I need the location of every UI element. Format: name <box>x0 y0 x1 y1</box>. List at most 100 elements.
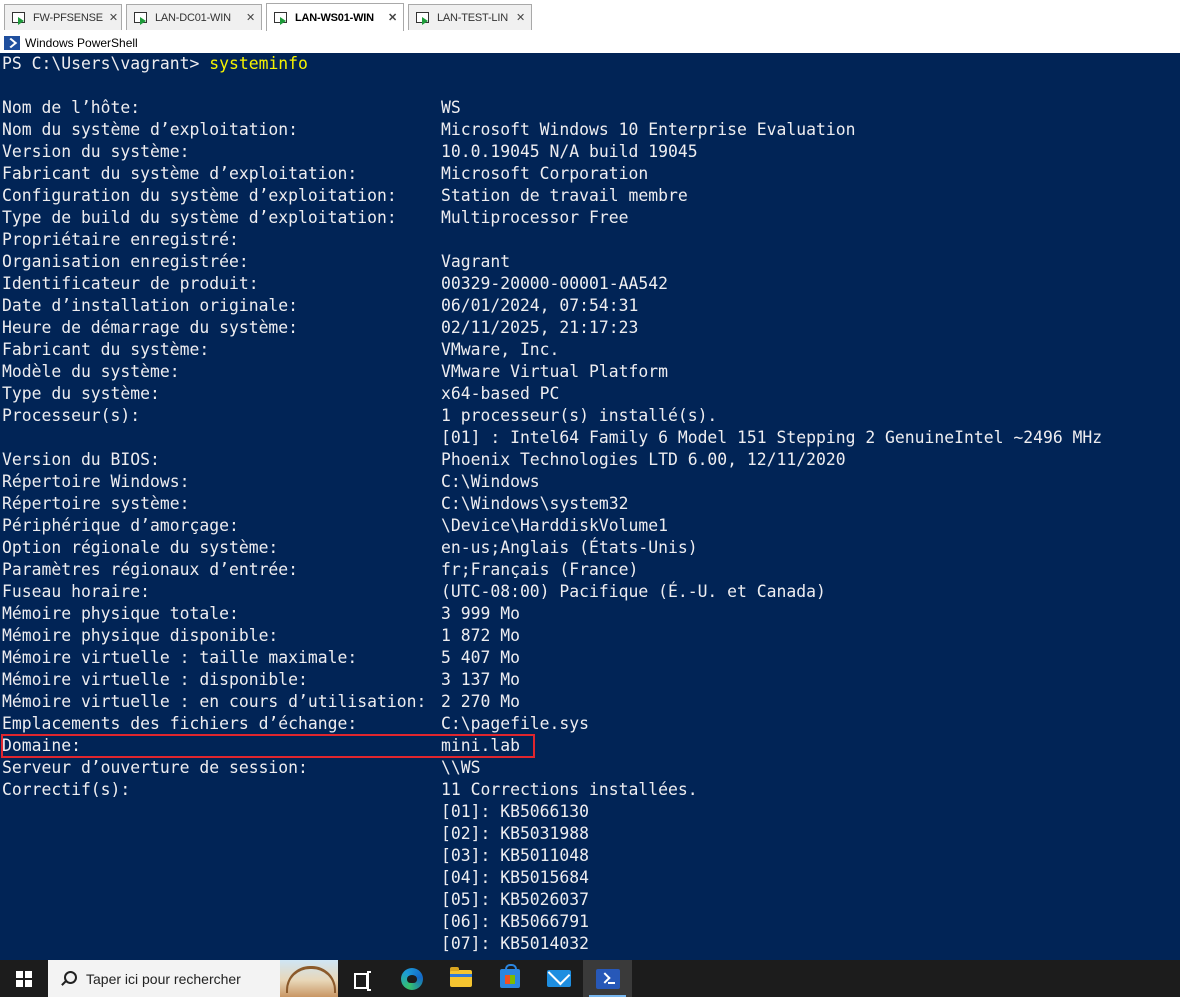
systeminfo-key: Mémoire virtuelle : disponible: <box>2 670 308 689</box>
domain-highlight-box <box>1 734 535 758</box>
systeminfo-key: Fabricant du système: <box>2 340 210 359</box>
systeminfo-key: Date d’installation originale: <box>2 296 299 315</box>
systeminfo-key: Mémoire virtuelle : taille maximale: <box>2 648 358 667</box>
vm-tab-label: FW-PFSENSE <box>33 11 103 24</box>
file-explorer-icon <box>449 967 472 987</box>
taskbar-search-box[interactable]: Taper ici pour rechercher <box>48 960 338 997</box>
systeminfo-value: 00329-20000-00001-AA542 <box>441 274 668 293</box>
vm-running-icon <box>11 10 27 26</box>
task-view-icon <box>353 970 372 991</box>
command-text: systeminfo <box>209 54 308 73</box>
search-placeholder: Taper ici pour rechercher <box>86 970 241 987</box>
vm-tab-label: LAN-DC01-WIN <box>155 11 231 24</box>
systeminfo-value: 2 270 Mo <box>441 692 520 711</box>
systeminfo-value: [07]: KB5014032 <box>441 934 590 953</box>
systeminfo-value: Microsoft Windows 10 Enterprise Evaluati… <box>441 120 856 139</box>
systeminfo-key: Correctif(s): <box>2 780 131 799</box>
systeminfo-key: Type du système: <box>2 384 160 403</box>
systeminfo-value: 02/11/2025, 21:17:23 <box>441 318 639 337</box>
systeminfo-value: [01]: KB5066130 <box>441 802 590 821</box>
edge-button[interactable] <box>387 960 436 997</box>
powershell-taskbar-button[interactable] <box>583 960 632 997</box>
vm-tab-lan-dc01-win[interactable]: LAN-DC01-WIN ✕ <box>126 4 262 30</box>
systeminfo-value: 11 Corrections installées. <box>441 780 698 799</box>
systeminfo-key: Processeur(s): <box>2 406 141 425</box>
windows-logo-icon <box>16 970 32 987</box>
systeminfo-value: C:\Windows\system32 <box>441 494 629 513</box>
systeminfo-value: \Device\HarddiskVolume1 <box>441 516 668 535</box>
systeminfo-key: Type de build du système d’exploitation: <box>2 208 397 227</box>
search-icon <box>60 970 77 987</box>
close-icon[interactable]: ✕ <box>246 11 255 24</box>
window-title: Windows PowerShell <box>25 35 138 50</box>
systeminfo-key: Identificateur de produit: <box>2 274 259 293</box>
window-title-bar[interactable]: Windows PowerShell <box>0 32 1180 53</box>
systeminfo-value: 5 407 Mo <box>441 648 520 667</box>
powershell-icon <box>4 35 20 50</box>
vm-tab-fw-pfsense[interactable]: FW-PFSENSE ✕ <box>4 4 122 30</box>
vm-tab-lan-ws01-win[interactable]: LAN-WS01-WIN ✕ <box>266 3 404 31</box>
systeminfo-value: Phoenix Technologies LTD 6.00, 12/11/202… <box>441 450 846 469</box>
systeminfo-value: 1 processeur(s) installé(s). <box>441 406 718 425</box>
systeminfo-key: Emplacements des fichiers d’échange: <box>2 714 358 733</box>
powershell-icon <box>595 968 620 989</box>
systeminfo-key: Répertoire système: <box>2 494 190 513</box>
systeminfo-value: x64-based PC <box>441 384 560 403</box>
start-button[interactable] <box>0 960 48 997</box>
systeminfo-value: WS <box>441 98 461 117</box>
systeminfo-value: (UTC-08:00) Pacifique (É.-U. et Canada) <box>441 582 826 601</box>
vm-running-icon <box>133 10 149 26</box>
systeminfo-value: [03]: KB5011048 <box>441 846 590 865</box>
systeminfo-value: 06/01/2024, 07:54:31 <box>441 296 639 315</box>
store-button[interactable] <box>485 960 534 997</box>
systeminfo-value: Vagrant <box>441 252 511 271</box>
systeminfo-key: Périphérique d’amorçage: <box>2 516 239 535</box>
systeminfo-value: [04]: KB5015684 <box>441 868 590 887</box>
systeminfo-key: Répertoire Windows: <box>2 472 190 491</box>
close-icon[interactable]: ✕ <box>388 11 397 24</box>
systeminfo-value: [06]: KB5066791 <box>441 912 590 931</box>
systeminfo-key: Paramètres régionaux d’entrée: <box>2 560 299 579</box>
systeminfo-key: Fabricant du système d’exploitation: <box>2 164 358 183</box>
systeminfo-value: 10.0.19045 N/A build 19045 <box>441 142 698 161</box>
vm-running-icon <box>273 10 289 26</box>
edge-icon <box>400 967 423 990</box>
vm-tab-label: LAN-WS01-WIN <box>295 11 374 24</box>
task-view-button[interactable] <box>338 960 387 997</box>
systeminfo-value: C:\Windows <box>441 472 540 491</box>
taskbar: Taper ici pour rechercher <box>0 960 1180 997</box>
vm-tab-lan-test-lin[interactable]: LAN-TEST-LIN ✕ <box>408 4 532 30</box>
close-icon[interactable]: ✕ <box>516 11 525 24</box>
vm-tab-bar: FW-PFSENSE ✕ LAN-DC01-WIN ✕ LAN-WS01-WIN… <box>0 0 1180 32</box>
systeminfo-key: Heure de démarrage du système: <box>2 318 299 337</box>
systeminfo-key: Version du système: <box>2 142 190 161</box>
systeminfo-key: Organisation enregistrée: <box>2 252 249 271</box>
systeminfo-value: Station de travail membre <box>441 186 688 205</box>
systeminfo-key: Nom de l’hôte: <box>2 98 141 117</box>
mail-icon <box>546 970 571 987</box>
systeminfo-value: VMware, Inc. <box>441 340 560 359</box>
prompt-text: PS C:\Users\vagrant> <box>2 54 210 73</box>
systeminfo-value: \\WS <box>441 758 481 777</box>
vm-running-icon <box>415 10 431 26</box>
systeminfo-key: Mémoire physique disponible: <box>2 626 279 645</box>
systeminfo-key: Mémoire virtuelle : en cours d’utilisati… <box>2 692 427 711</box>
systeminfo-value: fr;Français (France) <box>441 560 639 579</box>
systeminfo-value: 3 999 Mo <box>441 604 520 623</box>
systeminfo-key: Mémoire physique totale: <box>2 604 239 623</box>
console-output[interactable]: PS C:\Users\vagrant> systeminfo Nom de l… <box>0 53 1180 960</box>
systeminfo-value: Microsoft Corporation <box>441 164 649 183</box>
close-icon[interactable]: ✕ <box>109 11 118 24</box>
systeminfo-key: Nom du système d’exploitation: <box>2 120 299 139</box>
systeminfo-key: Version du BIOS: <box>2 450 160 469</box>
systeminfo-value: 1 872 Mo <box>441 626 520 645</box>
mail-button[interactable] <box>534 960 583 997</box>
systeminfo-value: en-us;Anglais (États-Unis) <box>441 538 698 557</box>
console-prompt-line: PS C:\Users\vagrant> systeminfo <box>2 53 308 75</box>
systeminfo-key: Option régionale du système: <box>2 538 279 557</box>
systeminfo-key: Modèle du système: <box>2 362 180 381</box>
systeminfo-key: Propriétaire enregistré: <box>2 230 239 249</box>
file-explorer-button[interactable] <box>436 960 485 997</box>
systeminfo-value: VMware Virtual Platform <box>441 362 668 381</box>
systeminfo-value: C:\pagefile.sys <box>441 714 590 733</box>
